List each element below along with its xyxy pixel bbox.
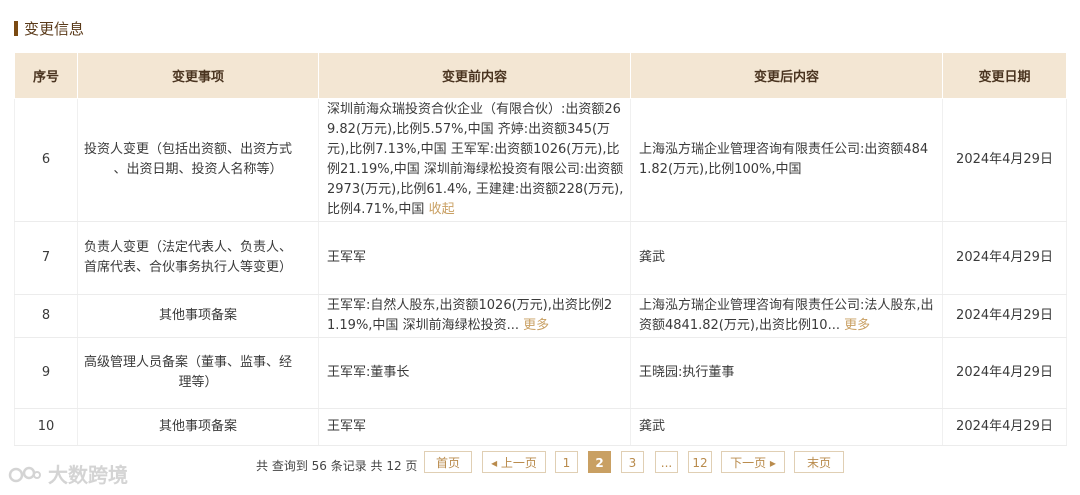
table-header-row: 序号 变更事项 变更前内容 变更后内容 变更日期 [14,52,1067,99]
watermark-logo-icon [8,466,41,482]
row-item-line1: 负责人变更（法定代表人、负责人、 [84,240,293,255]
header-after: 变更后内容 [630,52,943,99]
change-records-table: 序号 变更事项 变更前内容 变更后内容 变更日期 6 投资人变更（包括出资额、出… [14,52,1067,446]
pagination-summary: 共 查询到 56 条记录 共 12 页 [256,459,418,473]
row-item-line2: 、出资日期、投资人名称等） [113,162,283,177]
section-title: 变更信息 [14,18,84,39]
header-item: 变更事项 [77,52,319,99]
row-after: 王晓园:执行董事 [630,337,943,409]
row-date: 2024年4月29日 [942,98,1067,222]
more-link[interactable]: 更多 [523,318,549,333]
row-item: 负责人变更（法定代表人、负责人、 首席代表、合伙事务执行人等变更） [77,221,319,295]
table-row: 6 投资人变更（包括出资额、出资方式、出资日期、投资人名称等） 深圳前海众瑞投资… [14,98,1067,222]
row-item-line2: 理等） [178,375,218,390]
row-after-text: 上海泓方瑞企业管理咨询有限责任公司:出资额4841.82(万元),比例100%,… [639,142,929,177]
row-no: 7 [14,221,78,295]
page-button-2-current[interactable]: 2 [588,451,611,473]
row-no: 10 [14,408,78,446]
page-button-12[interactable]: 12 [688,451,712,473]
section-title-text: 变更信息 [24,20,85,38]
prev-page-button[interactable]: ◂ 上一页 [482,451,546,473]
table-row: 10 其他事项备案 王军军 龚武 2024年4月29日 [14,408,1067,446]
last-page-button[interactable]: 末页 [794,451,844,473]
row-before: 王军军:董事长 [318,337,631,409]
watermark-text: 大数跨境 [48,463,128,487]
row-after: 上海泓方瑞企业管理咨询有限责任公司:法人股东,出资额4841.82(万元),出资… [630,294,943,338]
row-item: 其他事项备案 [77,294,319,338]
row-after: 上海泓方瑞企业管理咨询有限责任公司:出资额4841.82(万元),比例100%,… [630,98,943,222]
row-no: 6 [14,98,78,222]
row-item-line1: 投资人变更（包括出资额、出资方式 [84,142,293,157]
row-no: 8 [14,294,78,338]
row-before: 王军军 [318,408,631,446]
row-date: 2024年4月29日 [942,294,1067,338]
row-before: 王军军 [318,221,631,295]
row-after: 龚武 [630,408,943,446]
first-page-button[interactable]: 首页 [424,451,472,473]
table-row: 7 负责人变更（法定代表人、负责人、 首席代表、合伙事务执行人等变更） 王军军 龚… [14,221,1067,295]
title-bar-marker [14,21,18,36]
header-before: 变更前内容 [318,52,631,99]
row-before-text: 王军军:自然人股东,出资额1026(万元),出资比例21.19%,中国 深圳前海… [327,298,613,333]
row-item-line2: 首席代表、合伙事务执行人等变更） [84,260,293,275]
page-button-3[interactable]: 3 [621,451,644,473]
row-before: 王军军:自然人股东,出资额1026(万元),出资比例21.19%,中国 深圳前海… [318,294,631,338]
row-date: 2024年4月29日 [942,408,1067,446]
page-button-1[interactable]: 1 [555,451,578,473]
page-ellipsis: ... [655,451,678,473]
watermark: 大数跨境 [8,459,128,488]
next-page-button[interactable]: 下一页 ▸ [721,451,785,473]
row-item: 高级管理人员备案（董事、监事、经理等） [77,337,319,409]
more-link[interactable]: 更多 [844,318,870,333]
row-item: 其他事项备案 [77,408,319,446]
row-date: 2024年4月29日 [942,221,1067,295]
row-after: 龚武 [630,221,943,295]
header-no: 序号 [14,52,78,99]
row-date: 2024年4月29日 [942,337,1067,409]
header-date: 变更日期 [942,52,1067,99]
collapse-link[interactable]: 收起 [429,202,455,217]
row-item: 投资人变更（包括出资额、出资方式、出资日期、投资人名称等） [77,98,319,222]
row-item-line1: 高级管理人员备案（董事、监事、经 [84,355,293,370]
row-no: 9 [14,337,78,409]
table-row: 9 高级管理人员备案（董事、监事、经理等） 王军军:董事长 王晓园:执行董事 2… [14,337,1067,409]
row-after-text: 上海泓方瑞企业管理咨询有限责任公司:法人股东,出资额4841.82(万元),出资… [639,298,934,333]
table-row: 8 其他事项备案 王军军:自然人股东,出资额1026(万元),出资比例21.19… [14,294,1067,338]
row-before-text: 深圳前海众瑞投资合伙企业（有限合伙）:出资额269.82(万元),比例5.57%… [327,102,624,217]
row-before: 深圳前海众瑞投资合伙企业（有限合伙）:出资额269.82(万元),比例5.57%… [318,98,631,222]
